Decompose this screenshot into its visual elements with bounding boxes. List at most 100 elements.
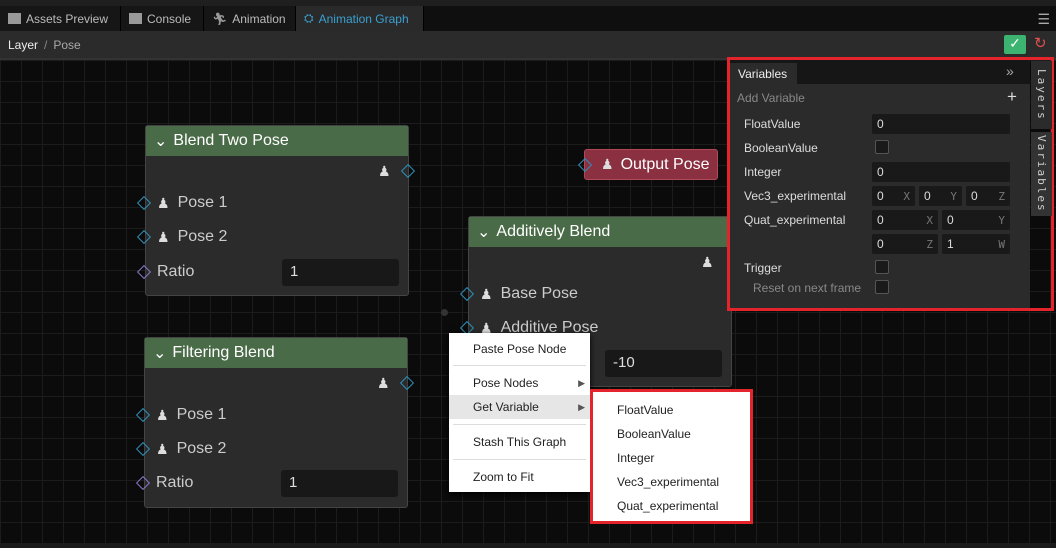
pose-icon: ♟: [480, 285, 493, 302]
node-header[interactable]: ⌄ Blend Two Pose: [146, 126, 408, 156]
axis-label: W: [998, 237, 1005, 251]
node-header[interactable]: ⌄ Additively Blend: [469, 217, 731, 247]
quat-y-input[interactable]: 0Y: [942, 210, 1010, 230]
menu-item-pose-nodes[interactable]: Pose Nodes ▶: [449, 371, 590, 395]
pose-icon: ♟: [377, 375, 390, 391]
menu-label: BooleanValue: [617, 427, 691, 441]
port-label: Pose 2: [176, 440, 227, 457]
variables-panel: Variables » Add Variable + FloatValue 0 …: [727, 57, 1054, 311]
axis-label: Z: [998, 189, 1005, 203]
input-port[interactable]: [135, 407, 151, 423]
vec3-y-input[interactable]: 0Y: [919, 186, 962, 206]
port-ratio[interactable]: Ratio: [136, 263, 195, 281]
add-variable-button[interactable]: +: [1007, 87, 1017, 107]
tab-animation[interactable]: 🏃︎ Animation: [204, 6, 296, 31]
value: 0: [924, 189, 931, 203]
side-tab-variables[interactable]: Variables: [1031, 132, 1052, 216]
quat-x-input[interactable]: 0X: [872, 210, 938, 230]
tab-assets-preview[interactable]: Assets Preview: [0, 6, 121, 31]
node-output-pose[interactable]: ♟ Output Pose: [577, 149, 718, 180]
submenu-item-booleanvalue[interactable]: BooleanValue: [593, 422, 750, 446]
menu-item-get-variable[interactable]: Get Variable ▶: [449, 395, 590, 419]
port-pose-1[interactable]: ♟ Pose 1: [136, 194, 227, 212]
node-filtering-blend[interactable]: ⌄ Filtering Blend ♟ ♟ Pose 1 ♟ Pose 2 Ratio…: [135, 337, 415, 508]
reset-checkbox[interactable]: [875, 280, 889, 294]
port-pose-1[interactable]: ♟ Pose 1: [135, 406, 226, 424]
pose-icon: ♟: [156, 440, 169, 457]
port-ratio[interactable]: Ratio: [135, 474, 193, 492]
chevron-down-icon[interactable]: ⌄: [154, 131, 167, 151]
node-blend-two-pose[interactable]: ⌄ Blend Two Pose ♟ ♟ Pose 1 ♟ Pose 2 Ratio …: [136, 125, 416, 296]
ratio-input[interactable]: 1: [282, 259, 399, 286]
revert-button[interactable]: ↻: [1034, 34, 1047, 52]
menu-label: Quat_experimental: [617, 499, 719, 513]
value-input[interactable]: -10: [605, 350, 722, 377]
pose-icon: ♟: [157, 194, 170, 211]
pose-icon: ♟: [157, 228, 170, 245]
node-title: Additively Blend: [496, 223, 611, 240]
port-label: Ratio: [157, 263, 195, 280]
quat-z-input[interactable]: 0Z: [872, 234, 938, 254]
chevron-down-icon[interactable]: ⌄: [477, 222, 490, 242]
output-port[interactable]: [400, 163, 416, 179]
terminal-icon: [129, 13, 142, 24]
trigger-checkbox[interactable]: [875, 260, 889, 274]
menu-item-paste-pose-node[interactable]: Paste Pose Node: [449, 337, 590, 361]
input-port[interactable]: [135, 441, 151, 457]
tab-variables[interactable]: Variables: [730, 63, 797, 84]
submenu-item-floatvalue[interactable]: FloatValue: [593, 398, 750, 422]
context-menu: Paste Pose Node Pose Nodes ▶ Get Variable…: [449, 333, 590, 492]
port-pose-2[interactable]: ♟ Pose 2: [136, 228, 227, 246]
quat-w-input[interactable]: 1W: [942, 234, 1010, 254]
collapse-icon[interactable]: »: [1006, 63, 1014, 79]
input-port[interactable]: [577, 157, 593, 173]
ratio-input[interactable]: 1: [281, 470, 398, 497]
submenu-item-vec3[interactable]: Vec3_experimental: [593, 470, 750, 494]
port-base-pose[interactable]: ♟ Base Pose: [459, 285, 578, 303]
pose-icon: ♟: [701, 254, 714, 270]
breadcrumb-pose[interactable]: Pose: [53, 38, 80, 52]
menu-label: Pose Nodes: [473, 376, 539, 390]
pose-icon: ♟: [601, 156, 614, 172]
menu-label: Zoom to Fit: [473, 470, 534, 484]
tab-console[interactable]: Console: [121, 6, 204, 31]
breadcrumb-layer[interactable]: Layer: [8, 38, 38, 52]
input-port[interactable]: [136, 264, 152, 280]
tab-label: Animation Graph: [318, 11, 409, 26]
menu-item-zoom-to-fit[interactable]: Zoom to Fit: [449, 465, 590, 489]
var-label: Reset on next frame: [753, 281, 862, 295]
input-port[interactable]: [135, 475, 151, 491]
breadcrumb-separator: /: [44, 37, 48, 52]
input-port[interactable]: [136, 195, 152, 211]
vec3-z-input[interactable]: 0Z: [966, 186, 1010, 206]
input-port[interactable]: [136, 229, 152, 245]
axis-label: X: [926, 213, 933, 227]
vec3-x-input[interactable]: 0X: [872, 186, 915, 206]
chevron-right-icon: ▶: [578, 377, 585, 388]
var-label: Trigger: [744, 261, 782, 275]
value: 0: [877, 117, 884, 131]
output-port[interactable]: [399, 375, 415, 391]
submenu-item-quat[interactable]: Quat_experimental: [593, 494, 750, 518]
port-pose-2[interactable]: ♟ Pose 2: [135, 440, 227, 458]
submenu-item-integer[interactable]: Integer: [593, 446, 750, 470]
input-port[interactable]: [459, 286, 475, 302]
chevron-down-icon[interactable]: ⌄: [153, 343, 166, 363]
var-label: BooleanValue: [744, 141, 818, 155]
integer-input[interactable]: 0: [872, 162, 1010, 182]
value: 0: [877, 165, 884, 179]
menu-icon[interactable]: ☰: [1037, 11, 1050, 28]
confirm-button[interactable]: ✓: [1004, 35, 1026, 54]
variable-submenu: FloatValue BooleanValue Integer Vec3_exp…: [590, 389, 753, 524]
value: 0: [877, 213, 884, 227]
booleanvalue-checkbox[interactable]: [875, 140, 889, 154]
floatvalue-input[interactable]: 0: [872, 114, 1010, 134]
node-title: Blend Two Pose: [173, 132, 289, 149]
var-label: Quat_experimental: [744, 213, 846, 227]
side-tab-layers[interactable]: Layers: [1031, 61, 1052, 129]
var-label: Vec3_experimental: [744, 189, 847, 203]
connection-dot: [441, 309, 448, 316]
menu-item-stash-this-graph[interactable]: Stash This Graph: [449, 430, 590, 454]
tab-animation-graph[interactable]: ⛭ Animation Graph: [296, 6, 424, 31]
node-header[interactable]: ⌄ Filtering Blend: [145, 338, 407, 368]
